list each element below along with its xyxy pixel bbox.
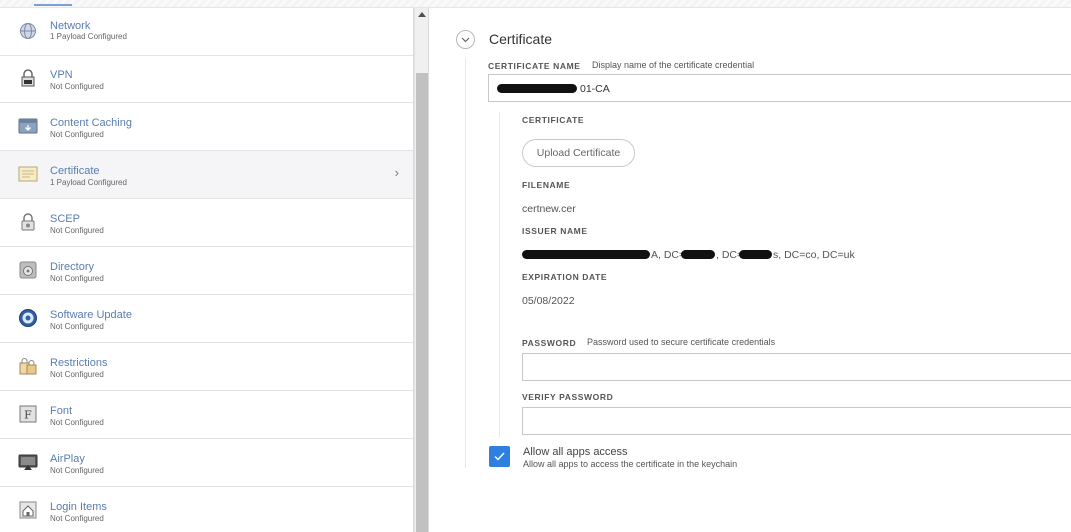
- certificate-name-field[interactable]: 01-CA: [488, 74, 1071, 102]
- network-globe-icon: [18, 21, 38, 41]
- certificate-name-value: 01-CA: [580, 83, 610, 95]
- airplay-icon: [18, 452, 38, 472]
- software-update-icon: [18, 308, 38, 328]
- subsection-divider-line: [499, 112, 500, 437]
- active-tab-indicator: [34, 4, 72, 6]
- checkmark-icon: [494, 452, 505, 461]
- redacted-text: [681, 250, 715, 259]
- sidebar-item-title: Login Items: [50, 501, 107, 513]
- scep-lock-icon: [18, 212, 38, 232]
- sidebar-item-title: Content Caching: [50, 117, 132, 129]
- sidebar-item-software-update[interactable]: Software Update Not Configured: [0, 295, 413, 343]
- sidebar-item-status: Not Configured: [50, 370, 104, 379]
- top-toolbar-strip: [0, 0, 1071, 8]
- directory-icon: [18, 260, 38, 280]
- redacted-text: [522, 250, 650, 259]
- section-title: Certificate: [489, 31, 553, 47]
- upload-certificate-button[interactable]: Upload Certificate: [522, 139, 635, 167]
- certificate-label: CERTIFICATE: [522, 115, 585, 125]
- issuer-name-value-1: A, DC=: [651, 249, 686, 261]
- redacted-text: [739, 250, 772, 259]
- collapse-section-button[interactable]: [456, 30, 475, 49]
- issuer-name-label: ISSUER NAME: [522, 226, 588, 236]
- verify-password-label: VERIFY PASSWORD: [522, 392, 614, 402]
- sidebar-item-scep[interactable]: SCEP Not Configured: [0, 199, 413, 247]
- vpn-lock-icon: [18, 68, 38, 88]
- certificate-icon: [18, 164, 38, 184]
- sidebar-item-certificate[interactable]: Certificate 1 Payload Configured ›: [0, 151, 413, 199]
- sidebar-item-content-caching[interactable]: Content Caching Not Configured: [0, 103, 413, 151]
- sidebar-item-status: Not Configured: [50, 226, 104, 235]
- password-hint: Password used to secure certificate cred…: [587, 337, 776, 347]
- sidebar-scrollbar[interactable]: [414, 8, 429, 532]
- payload-sidebar: Network 1 Payload Configured VPN Not Con…: [0, 8, 414, 532]
- sidebar-item-status: 1 Payload Configured: [50, 32, 127, 41]
- sidebar-item-title: Directory: [50, 261, 95, 273]
- restrictions-icon: [18, 356, 38, 376]
- sidebar-item-title: Font: [50, 405, 73, 417]
- sidebar-item-status: Not Configured: [50, 466, 104, 475]
- sidebar-item-title: Certificate: [50, 165, 100, 177]
- sidebar-item-font[interactable]: F Font Not Configured: [0, 391, 413, 439]
- allow-all-apps-label: Allow all apps access: [523, 446, 628, 458]
- sidebar-item-login-items[interactable]: Login Items Not Configured: [0, 487, 413, 532]
- scroll-up-arrow-icon[interactable]: [418, 12, 426, 17]
- allow-all-apps-checkbox[interactable]: [489, 446, 510, 467]
- chevron-down-icon: [461, 37, 470, 42]
- allow-all-apps-description: Allow all apps to access the certificate…: [523, 459, 738, 469]
- scrollbar-thumb[interactable]: [416, 73, 428, 532]
- sidebar-item-airplay[interactable]: AirPlay Not Configured: [0, 439, 413, 487]
- expiration-date-label: EXPIRATION DATE: [522, 272, 608, 282]
- sidebar-item-status: Not Configured: [50, 82, 104, 91]
- sidebar-item-title: SCEP: [50, 213, 80, 225]
- sidebar-item-status: Not Configured: [50, 274, 104, 283]
- sidebar-item-title: Restrictions: [50, 357, 108, 369]
- sidebar-item-status: Not Configured: [50, 130, 104, 139]
- issuer-name-value-3: s, DC=co, DC=uk: [773, 249, 855, 261]
- sidebar-item-vpn[interactable]: VPN Not Configured: [0, 55, 413, 103]
- login-items-icon: [18, 500, 38, 520]
- redacted-text: [497, 84, 577, 93]
- sidebar-item-title: AirPlay: [50, 453, 85, 465]
- certificate-name-label: CERTIFICATE NAME: [488, 61, 581, 71]
- sidebar-item-title: VPN: [50, 69, 73, 81]
- sidebar-item-status: Not Configured: [50, 322, 104, 331]
- chevron-right-icon: ›: [394, 165, 399, 180]
- filename-label: FILENAME: [522, 180, 571, 190]
- section-divider-line: [465, 58, 466, 468]
- sidebar-item-directory[interactable]: Directory Not Configured: [0, 247, 413, 295]
- certificate-name-hint: Display name of the certificate credenti…: [592, 60, 755, 70]
- sidebar-item-network[interactable]: Network 1 Payload Configured: [0, 8, 413, 56]
- sidebar-item-status: Not Configured: [50, 418, 104, 427]
- verify-password-field[interactable]: [522, 407, 1071, 435]
- expiration-date-value: 05/08/2022: [522, 295, 575, 307]
- filename-value: certnew.cer: [522, 203, 576, 215]
- svg-text:F: F: [24, 409, 32, 422]
- password-label: PASSWORD: [522, 338, 577, 348]
- font-icon: F: [18, 404, 38, 424]
- password-field[interactable]: [522, 353, 1071, 381]
- sidebar-item-status: 1 Payload Configured: [50, 178, 127, 187]
- sidebar-item-title: Software Update: [50, 309, 132, 321]
- sidebar-item-title: Network: [50, 20, 91, 32]
- sidebar-item-status: Not Configured: [50, 514, 104, 523]
- sidebar-item-restrictions[interactable]: Restrictions Not Configured: [0, 343, 413, 391]
- certificate-detail-panel: Certificate CERTIFICATE NAME Display nam…: [430, 8, 1071, 532]
- content-caching-icon: [18, 116, 38, 136]
